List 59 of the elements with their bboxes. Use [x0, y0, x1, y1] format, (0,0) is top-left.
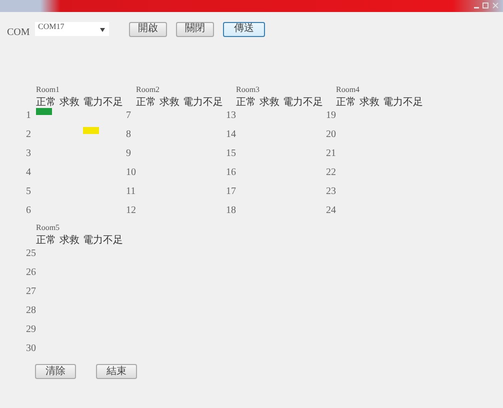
slot-number: 30: [26, 343, 36, 354]
slot-number: 20: [326, 129, 336, 140]
room-label: Room1: [36, 85, 60, 95]
room-label: Room2: [136, 85, 160, 95]
slot-number: 12: [126, 205, 136, 216]
column-header: 正常: [336, 96, 357, 107]
slot-number: 8: [126, 129, 132, 140]
slot-number: 18: [226, 205, 236, 216]
column-header: 正常: [136, 96, 157, 107]
room-label: Room3: [236, 85, 260, 95]
slot-number: 21: [326, 148, 336, 159]
slot-number: 27: [26, 286, 36, 297]
slot-number: 13: [226, 110, 236, 121]
slot-number: 17: [226, 186, 236, 197]
port-dropdown[interactable]: COM17: [35, 22, 109, 36]
slot-number: 4: [26, 167, 32, 178]
toolbar-button[interactable]: 關閉: [176, 22, 214, 36]
slot-number: 3: [26, 148, 32, 159]
window-controls-icon[interactable]: [473, 2, 499, 10]
slot-number: 7: [126, 110, 132, 121]
slot-number: 6: [26, 205, 32, 216]
slot-number: 22: [326, 167, 336, 178]
slot-number: 26: [26, 267, 36, 278]
column-header: 求救: [159, 96, 180, 107]
slot-number: 19: [326, 110, 336, 121]
column-header: 電力不足: [82, 96, 124, 107]
column-header: 正常: [36, 234, 57, 245]
room-label: Room4: [336, 85, 360, 95]
slot-number: 15: [226, 148, 236, 159]
column-header: 正常: [236, 96, 257, 107]
slot-number: 9: [126, 148, 132, 159]
slot-number: 5: [26, 186, 32, 197]
column-header: 電力不足: [82, 234, 124, 245]
room-label: Room5: [36, 223, 60, 233]
slot-number: 24: [326, 205, 336, 216]
toolbar-button[interactable]: 傳送: [223, 22, 265, 36]
slot-number: 1: [26, 110, 32, 121]
slot-number: 25: [26, 248, 36, 259]
column-header: 電力不足: [182, 96, 224, 107]
toolbar-button[interactable]: 開啟: [129, 22, 167, 36]
slot-number: 16: [226, 167, 236, 178]
slot-number: 28: [26, 305, 36, 316]
footer-button[interactable]: 結束: [96, 364, 137, 379]
com-label: COM: [7, 26, 31, 38]
slot-number: 10: [126, 167, 136, 178]
dropdown-arrow-icon: [100, 28, 105, 32]
column-header: 正常: [36, 96, 57, 107]
slot-number: 14: [226, 129, 236, 140]
column-header: 求救: [359, 96, 380, 107]
column-header: 電力不足: [382, 96, 424, 107]
column-header: 求救: [59, 96, 80, 107]
slot-number: 2: [26, 129, 32, 140]
slot-number: 29: [26, 324, 36, 335]
column-header: 求救: [59, 234, 80, 245]
slot-number: 23: [326, 186, 336, 197]
column-header: 電力不足: [282, 96, 324, 107]
footer-button[interactable]: 清除: [35, 364, 76, 379]
slot-number: 11: [126, 186, 136, 197]
column-header: 求救: [259, 96, 280, 107]
